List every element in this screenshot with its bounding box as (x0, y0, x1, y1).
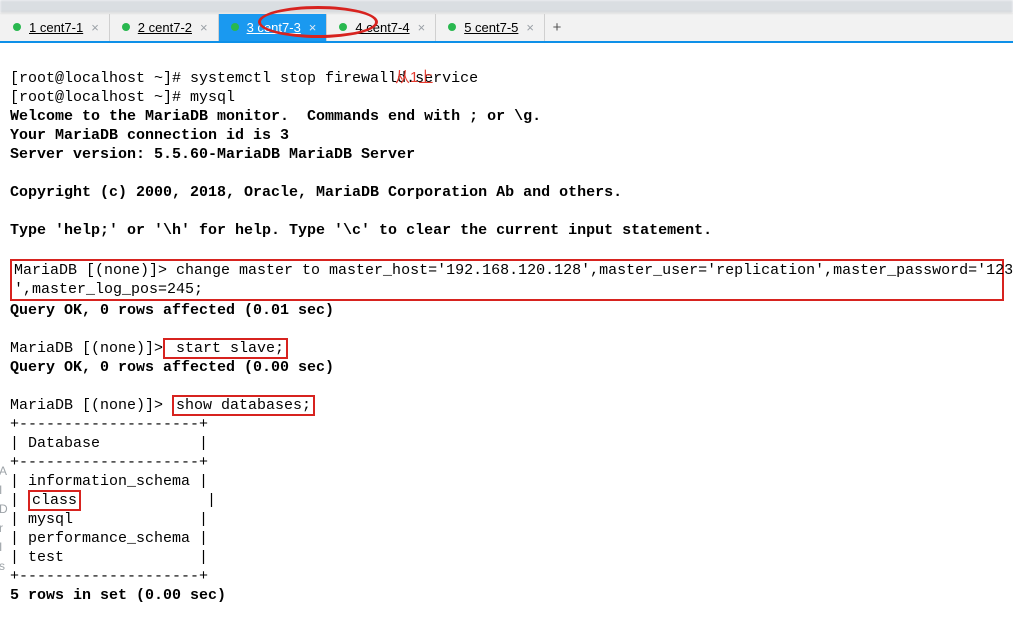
term-line: +--------------------+ (10, 416, 208, 433)
status-dot-icon (448, 23, 456, 31)
term-line: | Database | (10, 435, 208, 452)
term-line: +--------------------+ (10, 454, 208, 471)
term-line: | test | (10, 549, 208, 566)
status-dot-icon (13, 23, 21, 31)
term-line: +--------------------+ (10, 568, 208, 585)
term-line: Type 'help;' or '\h' for help. Type '\c'… (10, 222, 712, 239)
close-icon[interactable]: × (309, 20, 317, 35)
tab-label: 4 cent7-4 (355, 20, 409, 35)
term-line: | performance_schema | (10, 530, 208, 547)
tab-cent7-1[interactable]: 1 cent7-1 × (1, 14, 110, 41)
tab-label: 3 cent7-3 (247, 20, 301, 35)
term-line: | (10, 492, 28, 509)
tab-cent7-2[interactable]: 2 cent7-2 × (110, 14, 219, 41)
tab-cent7-4[interactable]: 4 cent7-4 × (327, 14, 436, 41)
term-prompt: MariaDB [(none)]> (10, 397, 172, 414)
gutter-letters: A I D r I s (0, 462, 9, 576)
term-line: [root@localhost ~]# mysql (10, 89, 235, 106)
term-line: | information_schema | (10, 473, 208, 490)
tab-label: 2 cent7-2 (138, 20, 192, 35)
tab-cent7-3[interactable]: 3 cent7-3 × (219, 14, 328, 41)
tab-label: 5 cent7-5 (464, 20, 518, 35)
status-dot-icon (122, 23, 130, 31)
term-line: ',master_log_pos=245; (14, 281, 203, 298)
term-line: MariaDB [(none)]> change master to maste… (14, 262, 1013, 279)
close-icon[interactable]: × (418, 20, 426, 35)
term-line: | mysql | (10, 511, 208, 528)
active-tab-underline (0, 41, 1013, 43)
terminal-area[interactable]: 从1上 A I D r I s [root@localhost ~]# syst… (0, 42, 1013, 618)
terminal-output: [root@localhost ~]# systemctl stop firew… (10, 50, 1011, 618)
add-tab-button[interactable]: + (545, 19, 569, 36)
status-dot-icon (231, 23, 239, 31)
annotation-box-class: class (28, 490, 81, 511)
term-line: | (81, 492, 216, 509)
term-line: Query OK, 0 rows affected (0.01 sec) (10, 302, 334, 319)
term-cmd: start slave; (167, 340, 284, 357)
tab-bar: 1 cent7-1 × 2 cent7-2 × 3 cent7-3 × 4 ce… (0, 13, 1013, 42)
close-icon[interactable]: × (200, 20, 208, 35)
tab-label: 1 cent7-1 (29, 20, 83, 35)
annotation-box-start-slave: start slave; (163, 338, 288, 359)
annotation-box-change-master: MariaDB [(none)]> change master to maste… (10, 259, 1004, 301)
term-line: Query OK, 0 rows affected (0.00 sec) (10, 359, 334, 376)
close-icon[interactable]: × (526, 20, 534, 35)
term-cmd: show databases; (176, 397, 311, 414)
status-dot-icon (339, 23, 347, 31)
term-prompt: MariaDB [(none)]> (10, 340, 163, 357)
term-line: Your MariaDB connection id is 3 (10, 127, 289, 144)
tab-cent7-5[interactable]: 5 cent7-5 × (436, 14, 545, 41)
term-line: 5 rows in set (0.00 sec) (10, 587, 226, 604)
term-db-class: class (32, 492, 77, 509)
window-chrome-blur (0, 0, 1013, 13)
annotation-text: 从1上 (395, 66, 433, 87)
term-line: Welcome to the MariaDB monitor. Commands… (10, 108, 541, 125)
term-line: Server version: 5.5.60-MariaDB MariaDB S… (10, 146, 415, 163)
term-line: Copyright (c) 2000, 2018, Oracle, MariaD… (10, 184, 622, 201)
close-icon[interactable]: × (91, 20, 99, 35)
annotation-box-show-databases: show databases; (172, 395, 315, 416)
